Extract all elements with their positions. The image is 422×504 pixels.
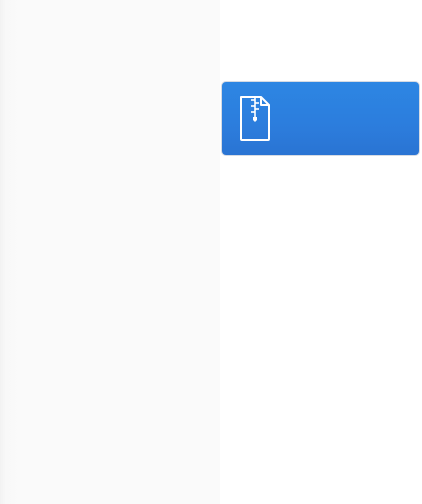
sidebar-panel xyxy=(0,0,220,504)
content-area xyxy=(220,0,422,504)
zip-file-icon xyxy=(236,95,276,143)
archive-file-item[interactable] xyxy=(221,81,420,156)
window xyxy=(0,0,422,504)
